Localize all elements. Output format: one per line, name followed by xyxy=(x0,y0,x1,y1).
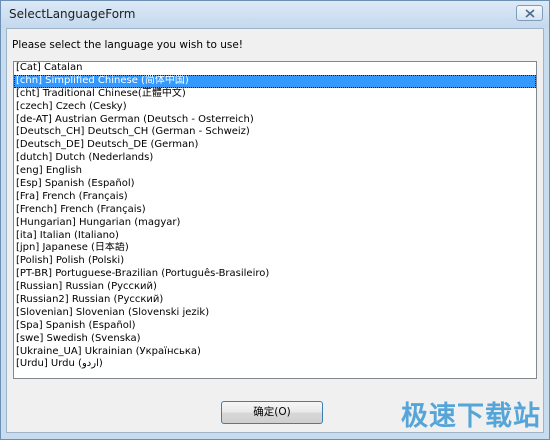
title-bar[interactable]: SelectLanguageForm xyxy=(1,1,549,28)
dialog-body: Please select the language you wish to u… xyxy=(6,28,544,433)
list-item[interactable]: [PT-BR] Portuguese-Brazilian (Português-… xyxy=(14,268,536,281)
list-item[interactable]: [Deutsch_DE] Deutsch_DE (German) xyxy=(14,139,536,152)
ok-button[interactable]: 确定(O) xyxy=(221,401,323,424)
window-title: SelectLanguageForm xyxy=(9,7,136,21)
list-item[interactable]: [de-AT] Austrian German (Deutsch - Öster… xyxy=(14,114,536,127)
list-item[interactable]: [Urdu] Urdu (اردو) xyxy=(14,358,536,371)
list-item[interactable]: [czech] Czech (Česky) xyxy=(14,101,536,114)
list-item[interactable]: [cht] Traditional Chinese(正體中文) xyxy=(14,88,536,101)
list-item[interactable]: [dutch] Dutch (Nederlands) xyxy=(14,152,536,165)
list-item[interactable]: [Fra] French (Français) xyxy=(14,191,536,204)
site-watermark-logo: 极速下载站 xyxy=(401,401,541,432)
list-item[interactable]: [Polish] Polish (Polski) xyxy=(14,255,536,268)
list-item[interactable]: [Hungarian] Hungarian (magyar) xyxy=(14,217,536,230)
list-item[interactable]: [ita] Italian (Italiano) xyxy=(14,230,536,243)
list-item[interactable]: [Russian] Russian (Русский) xyxy=(14,281,536,294)
close-icon xyxy=(525,9,535,18)
list-item[interactable]: [Spa] Spanish (Español) xyxy=(14,320,536,333)
list-item[interactable]: [Ukraine_UA] Ukrainian (Українська) xyxy=(14,346,536,359)
list-item[interactable]: [jpn] Japanese (日本語) xyxy=(14,242,536,255)
list-item[interactable]: [French] French (Français) xyxy=(14,204,536,217)
instruction-label: Please select the language you wish to u… xyxy=(12,39,244,51)
list-item[interactable]: [eng] English xyxy=(14,165,536,178)
language-listbox[interactable]: [Cat] Catalan [chn] Simplified Chinese (简… xyxy=(13,61,537,379)
list-item[interactable]: [Russian2] Russian (Русский) xyxy=(14,294,536,307)
select-language-window: SelectLanguageForm Please select the lan… xyxy=(0,0,550,440)
list-item[interactable]: [Cat] Catalan xyxy=(14,62,536,75)
list-item[interactable]: [Slovenian] Slovenian (Slovenski jezik) xyxy=(14,307,536,320)
list-item[interactable]: [Deutsch_CH] Deutsch_CH (German - Schwei… xyxy=(14,126,536,139)
list-item[interactable]: [swe] Swedish (Svenska) xyxy=(14,333,536,346)
list-item[interactable]: [Esp] Spanish (Español) xyxy=(14,178,536,191)
list-item-selected[interactable]: [chn] Simplified Chinese (简体中国) xyxy=(14,74,536,88)
close-button[interactable] xyxy=(516,5,543,21)
